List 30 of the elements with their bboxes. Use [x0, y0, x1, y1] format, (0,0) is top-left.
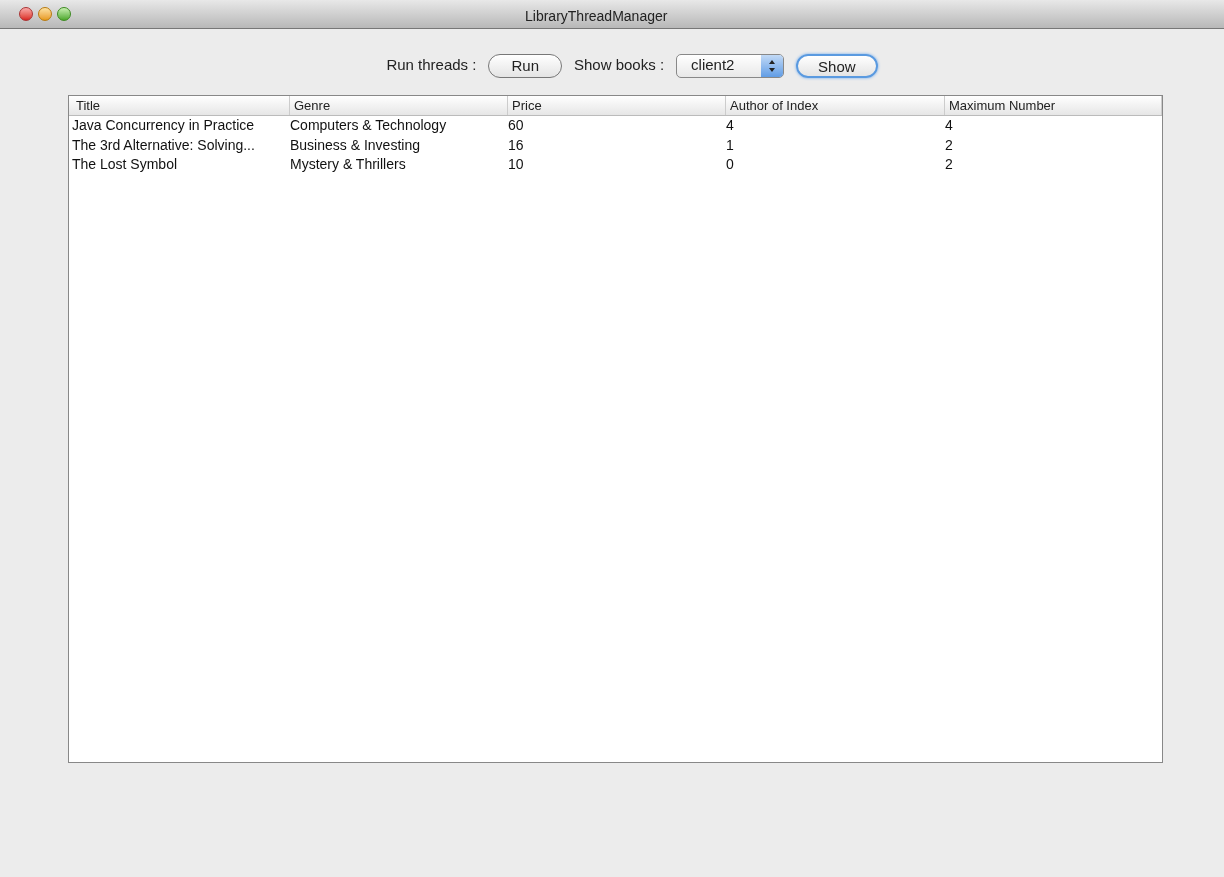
table-cell-text: 4	[945, 116, 954, 136]
table-cell-text: 2	[945, 155, 954, 175]
stepper-icon	[761, 54, 784, 77]
run-button[interactable]: Run	[488, 53, 562, 78]
table-cell-text: 4	[726, 116, 735, 136]
table-cell-text: 0	[726, 155, 735, 175]
table-cell-text: 60	[508, 116, 525, 136]
table-cell-text: 16	[508, 135, 525, 155]
table-cell-text: 10	[508, 155, 525, 175]
run-threads-label: Run threads :	[386, 55, 477, 76]
minimize-icon[interactable]	[38, 7, 52, 21]
column-header[interactable]: Genre	[290, 96, 508, 115]
table-cell-text: The Lost Symbol	[72, 155, 179, 175]
close-icon[interactable]	[19, 7, 33, 21]
show-books-label: Show books :	[574, 55, 665, 76]
column-header[interactable]: Author of Index	[726, 96, 945, 115]
table-cell-text: Mystery & Thrillers	[290, 155, 407, 175]
client-select[interactable]: client2	[676, 53, 785, 78]
column-header[interactable]: Price	[508, 96, 726, 115]
table-cell-text: Computers & Technology	[290, 116, 448, 136]
table-cell-text: Java Concurrency in Practice	[72, 116, 256, 136]
zoom-icon[interactable]	[57, 7, 71, 21]
window-title: LibraryThreadManager	[525, 7, 668, 26]
table-cell-text: 1	[726, 135, 735, 155]
column-header[interactable]: Title	[72, 96, 290, 115]
show-button[interactable]: Show	[796, 53, 878, 78]
table-cell-text: 2	[945, 135, 954, 155]
column-header[interactable]: Maximum Number	[945, 96, 1162, 115]
table-cell-text: Business & Investing	[290, 135, 421, 155]
table-cell-text: The 3rd Alternative: Solving...	[72, 135, 256, 155]
